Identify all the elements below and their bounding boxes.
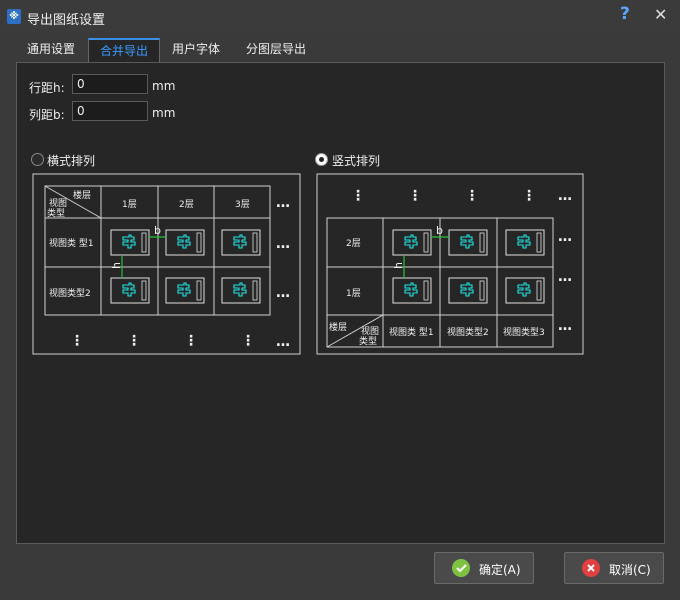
ok-button[interactable]: 确定(A) [434, 552, 534, 584]
svg-text:…: … [558, 188, 572, 204]
h-col-header: 3层 [235, 199, 250, 210]
svg-text:⋮: ⋮ [70, 333, 84, 349]
cancel-button-label: 取消(C) [609, 563, 651, 577]
cancel-button[interactable]: 取消(C) [564, 552, 664, 584]
h-row-header: 视图类 型1 [49, 237, 94, 249]
v-col-header: 视图类型3 [503, 326, 545, 338]
h-row-header: 视图类型2 [49, 287, 91, 299]
cancel-icon [582, 559, 600, 577]
h-corner-top: 楼层 [73, 189, 91, 201]
v-row-header: 2层 [346, 238, 361, 249]
v-corner-bottom: 楼层 [329, 321, 347, 333]
h-col-header: 2层 [179, 199, 194, 210]
vertical-diagram: 2层 1层 视图 类型 楼层 视图类 型1 视图类型2 视图类型3 b h ⋮ ⋮… [316, 173, 584, 355]
v-dim-h: h [392, 262, 405, 269]
svg-text:⋮: ⋮ [241, 333, 255, 349]
v-dim-b: b [436, 224, 443, 237]
v-corner-top-1: 视图 [361, 325, 379, 337]
svg-text:⋮: ⋮ [351, 188, 365, 204]
svg-text:…: … [558, 229, 572, 245]
svg-text:…: … [276, 236, 290, 252]
svg-text:…: … [558, 269, 572, 285]
h-corner-bottom-1: 视图 [49, 197, 67, 209]
v-col-header: 视图类 型1 [389, 326, 434, 338]
svg-text:⋮: ⋮ [408, 188, 422, 204]
ok-button-label: 确定(A) [479, 563, 521, 577]
layout-diagrams: 楼层 视图 类型 1层 2层 3层 视图类 型1 视图类型2 b h ………… … [32, 173, 584, 355]
h-corner-bottom-2: 类型 [47, 207, 65, 219]
svg-text:…: … [276, 285, 290, 301]
svg-text:…: … [276, 334, 290, 350]
v-col-header: 视图类型2 [447, 326, 489, 338]
svg-text:⋮: ⋮ [465, 188, 479, 204]
horizontal-diagram: 楼层 视图 类型 1层 2层 3层 视图类 型1 视图类型2 b h ………… … [32, 173, 301, 355]
v-row-header: 1层 [346, 288, 361, 299]
svg-text:⋮: ⋮ [127, 333, 141, 349]
svg-text:…: … [558, 318, 572, 334]
svg-text:⋮: ⋮ [184, 333, 198, 349]
check-icon [452, 559, 470, 577]
svg-text:…: … [276, 195, 290, 211]
h-col-header: 1层 [122, 199, 137, 210]
v-corner-top-2: 类型 [359, 335, 377, 347]
svg-text:⋮: ⋮ [522, 188, 536, 204]
h-dim-b: b [154, 224, 161, 237]
h-dim-h: h [110, 262, 123, 269]
